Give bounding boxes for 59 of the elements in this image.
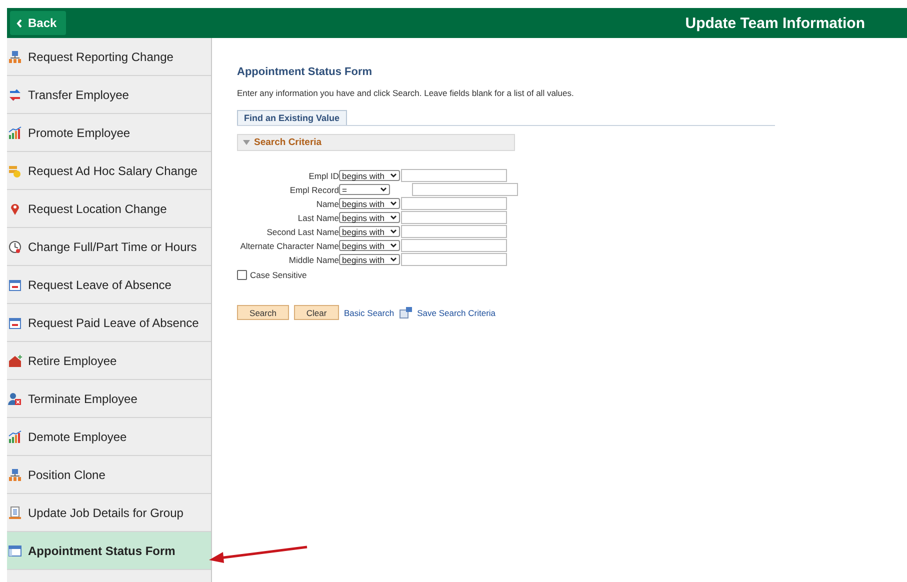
calendar-icon — [8, 278, 22, 292]
field-label: Empl ID — [308, 170, 339, 180]
calendar-icon — [8, 316, 22, 330]
page-title: Update Team Information — [685, 14, 865, 32]
chevron-down-icon — [390, 257, 397, 262]
section-title: Search Criteria — [254, 137, 322, 148]
instructions: Enter any information you have and click Search. Leave fields blank for a list of all values. — [237, 88, 575, 98]
operator-dropdown[interactable]: begins with — [339, 240, 400, 251]
chevron-down-icon — [390, 243, 397, 248]
field-label: Empl Record — [288, 184, 339, 194]
operator-dropdown[interactable]: begins with — [339, 226, 400, 237]
input-field[interactable] — [401, 239, 507, 252]
arrows-icon — [8, 88, 22, 102]
field-label: Alternate Character Name — [239, 240, 339, 250]
house-icon — [8, 354, 22, 368]
tab[interactable]: Find an Existing Value — [237, 110, 347, 125]
field-label: Middle Name — [288, 254, 339, 264]
field-label: Second Last Name — [266, 226, 339, 236]
chevron-down-icon — [390, 173, 397, 178]
operator-dropdown[interactable]: begins with — [339, 254, 400, 265]
bar-chart-icon — [8, 430, 22, 444]
operator-dropdown[interactable]: begins with — [339, 198, 400, 209]
location-pin-icon — [8, 202, 22, 216]
field-label: Last Name — [296, 212, 339, 222]
operator-dropdown[interactable]: begins with — [339, 170, 400, 181]
chevron-down-icon — [380, 187, 387, 192]
coins-icon — [8, 164, 22, 178]
document-icon — [8, 506, 22, 520]
form-icon — [8, 544, 22, 558]
form-button[interactable]: Search — [237, 305, 289, 320]
operator-dropdown[interactable]: begins with — [339, 212, 400, 223]
bar-chart-icon — [8, 126, 22, 140]
input-field[interactable] — [401, 197, 507, 210]
checkbox[interactable] — [237, 270, 247, 280]
person-remove-icon — [8, 392, 22, 406]
input-field[interactable] — [401, 225, 507, 238]
save-search-icon[interactable] — [399, 306, 412, 318]
caret-icon — [243, 140, 250, 145]
section-header[interactable]: Search Criteria — [237, 134, 515, 151]
sidebar-item[interactable]: Appointment Status Form — [7, 532, 211, 570]
save-search-link[interactable]: Save Search Criteria — [417, 308, 496, 318]
input-field[interactable] — [412, 183, 518, 196]
checkbox-label: Case Sensitive — [250, 270, 307, 280]
back-button[interactable]: Back — [10, 11, 66, 35]
input-field[interactable] — [401, 211, 507, 224]
basic-search-link[interactable]: Basic Search — [344, 308, 394, 318]
chevron-left-icon — [16, 18, 23, 28]
field-label: Name — [315, 198, 339, 208]
form-title: Appointment Status Form — [237, 66, 374, 78]
org-chart-icon — [8, 468, 22, 482]
input-field[interactable] — [401, 169, 507, 182]
form-button[interactable]: Clear — [294, 305, 339, 320]
org-chart-icon — [8, 50, 22, 64]
chevron-down-icon — [390, 229, 397, 234]
clock-icon — [8, 240, 22, 254]
operator-dropdown[interactable]: = — [339, 184, 390, 195]
input-field[interactable] — [401, 253, 507, 266]
chevron-down-icon — [390, 201, 397, 206]
chevron-down-icon — [390, 215, 397, 220]
